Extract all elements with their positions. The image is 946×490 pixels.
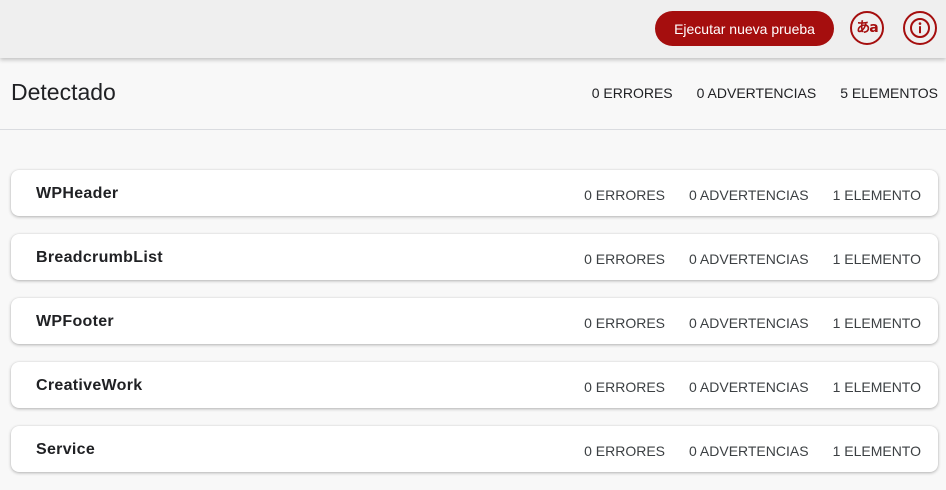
- type-stats: 0 ERRORES 0 ADVERTENCIAS 1 ELEMENTO: [584, 187, 921, 203]
- type-name: WPHeader: [36, 185, 119, 202]
- type-card-wpheader[interactable]: WPHeader 0 ERRORES 0 ADVERTENCIAS 1 ELEM…: [11, 170, 938, 216]
- type-errors-count: 0 ERRORES: [584, 187, 665, 203]
- type-warnings-count: 0 ADVERTENCIAS: [689, 187, 809, 203]
- type-errors-count: 0 ERRORES: [584, 379, 665, 395]
- summary-items-count: 5 ELEMENTOS: [840, 85, 938, 101]
- type-stats: 0 ERRORES 0 ADVERTENCIAS 1 ELEMENTO: [584, 315, 921, 331]
- type-items-count: 1 ELEMENTO: [832, 443, 921, 459]
- type-errors-count: 0 ERRORES: [584, 443, 665, 459]
- type-items-count: 1 ELEMENTO: [832, 251, 921, 267]
- summary-stats: 0 ERRORES 0 ADVERTENCIAS 5 ELEMENTOS: [592, 85, 938, 101]
- type-errors-count: 0 ERRORES: [584, 315, 665, 331]
- type-warnings-count: 0 ADVERTENCIAS: [689, 379, 809, 395]
- type-warnings-count: 0 ADVERTENCIAS: [689, 251, 809, 267]
- top-toolbar: Ejecutar nueva prueba あa: [0, 0, 946, 58]
- detected-types-list: WPHeader 0 ERRORES 0 ADVERTENCIAS 1 ELEM…: [11, 170, 938, 490]
- translate-icon: あa: [856, 20, 878, 36]
- type-items-count: 1 ELEMENTO: [832, 187, 921, 203]
- type-warnings-count: 0 ADVERTENCIAS: [689, 443, 809, 459]
- type-card-service[interactable]: Service 0 ERRORES 0 ADVERTENCIAS 1 ELEME…: [11, 426, 938, 472]
- info-icon: [910, 18, 930, 38]
- summary-warnings-count: 0 ADVERTENCIAS: [696, 85, 817, 101]
- info-button[interactable]: [903, 11, 937, 45]
- type-name: BreadcrumbList: [36, 249, 163, 266]
- type-name: CreativeWork: [36, 377, 143, 394]
- type-errors-count: 0 ERRORES: [584, 251, 665, 267]
- detected-summary: Detectado 0 ERRORES 0 ADVERTENCIAS 5 ELE…: [0, 58, 946, 130]
- type-stats: 0 ERRORES 0 ADVERTENCIAS 1 ELEMENTO: [584, 443, 921, 459]
- language-button[interactable]: あa: [850, 11, 884, 45]
- type-card-wpfooter[interactable]: WPFooter 0 ERRORES 0 ADVERTENCIAS 1 ELEM…: [11, 298, 938, 344]
- type-warnings-count: 0 ADVERTENCIAS: [689, 315, 809, 331]
- type-card-breadcrumblist[interactable]: BreadcrumbList 0 ERRORES 0 ADVERTENCIAS …: [11, 234, 938, 280]
- type-stats: 0 ERRORES 0 ADVERTENCIAS 1 ELEMENTO: [584, 251, 921, 267]
- run-new-test-button[interactable]: Ejecutar nueva prueba: [655, 11, 834, 46]
- type-stats: 0 ERRORES 0 ADVERTENCIAS 1 ELEMENTO: [584, 379, 921, 395]
- summary-errors-count: 0 ERRORES: [591, 85, 673, 101]
- page-title: Detectado: [11, 79, 116, 105]
- type-items-count: 1 ELEMENTO: [832, 379, 921, 395]
- type-name: Service: [36, 441, 96, 458]
- type-items-count: 1 ELEMENTO: [832, 315, 921, 331]
- type-name: WPFooter: [36, 313, 114, 330]
- type-card-creativework[interactable]: CreativeWork 0 ERRORES 0 ADVERTENCIAS 1 …: [11, 362, 938, 408]
